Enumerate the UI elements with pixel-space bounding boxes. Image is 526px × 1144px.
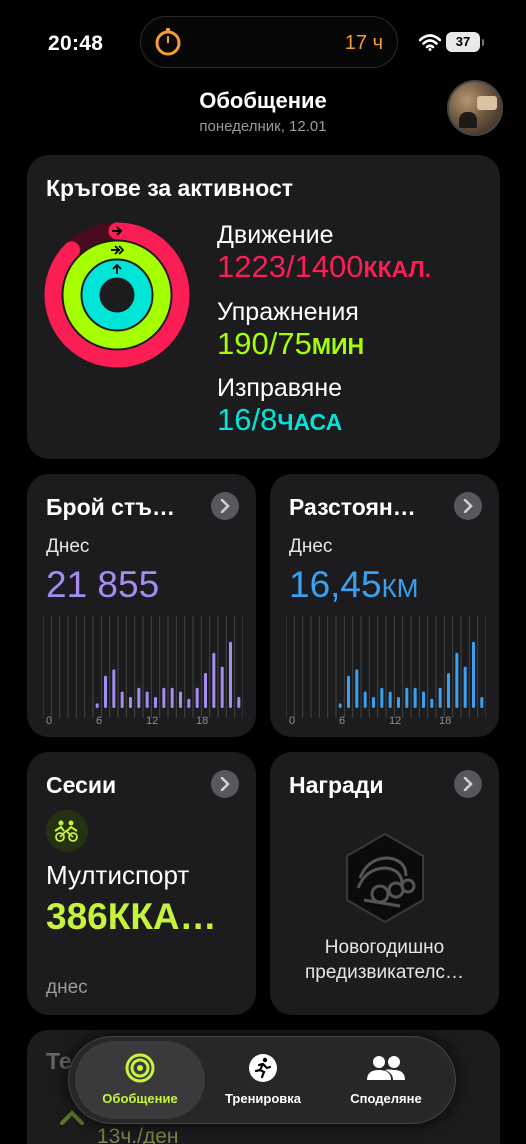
- avatar[interactable]: [447, 80, 503, 136]
- chart-bar: [195, 687, 199, 708]
- people-icon: [367, 1056, 405, 1080]
- chart-bar: [422, 691, 425, 708]
- chart-bar: [472, 641, 475, 708]
- chart-bar: [154, 696, 157, 708]
- chart-bar: [212, 652, 216, 708]
- chart-tick-label: 0: [46, 715, 52, 727]
- chart-bar: [338, 703, 342, 708]
- activity-card-title: Кръгове за активност: [46, 175, 294, 201]
- dynamic-island[interactable]: 17 ч: [140, 16, 398, 68]
- chart-bar: [455, 652, 459, 708]
- chart-bar: [347, 675, 350, 708]
- timer-text: 17 ч: [344, 32, 383, 54]
- chart-bar: [137, 687, 141, 708]
- tab-workout[interactable]: Тренировка: [198, 1041, 328, 1119]
- steps-card[interactable]: Брой стъ… Днес 21 855 0 6 12 18: [27, 474, 256, 737]
- chart-tick-label: 0: [289, 715, 295, 727]
- trends-card-value: 13ч./ден: [97, 1125, 179, 1144]
- multisport-icon: [46, 810, 88, 852]
- awards-card[interactable]: Награди Новогодишно предизвикателс…: [270, 752, 499, 1015]
- chart-bar: [447, 673, 450, 708]
- steps-chart: 0 6 12 18: [43, 616, 243, 727]
- chart-bar: [355, 669, 359, 708]
- battery-icon: 37: [446, 32, 484, 52]
- tab-summary[interactable]: Обобщение: [75, 1041, 205, 1119]
- chart-bar: [463, 666, 467, 708]
- move-value: 1223/1400ККАЛ.: [217, 249, 432, 284]
- chart-bar: [229, 641, 232, 708]
- stand-label: Изправяне: [217, 374, 343, 402]
- chart-bar: [480, 696, 484, 708]
- rings-icon: [125, 1053, 155, 1083]
- steps-sublabel: Днес: [46, 536, 90, 557]
- chart-bar: [145, 691, 149, 708]
- move-label: Движение: [217, 221, 334, 249]
- chart-bar: [220, 666, 224, 708]
- timer-icon: [155, 28, 181, 56]
- chart-bar: [413, 687, 417, 708]
- activity-rings-card[interactable]: Кръгове за активност Движение 1223/1400К…: [27, 155, 500, 459]
- chart-tick-label: 18: [439, 715, 451, 727]
- chevron-right-icon[interactable]: [211, 492, 239, 520]
- chart-bar: [187, 698, 191, 708]
- exercise-value: 190/75МИН: [217, 326, 365, 361]
- stand-value: 16/8ЧАСА: [217, 402, 343, 437]
- runner-icon: [249, 1054, 277, 1082]
- chart-bar: [104, 675, 107, 708]
- chart-tick-label: 12: [146, 715, 158, 727]
- chart-bar: [237, 696, 241, 708]
- chevron-up-icon: [60, 1110, 84, 1125]
- sessions-card[interactable]: Сесии Мултиспорт 386ККА… днес: [27, 752, 256, 1015]
- distance-chart: 0 6 12 18: [286, 616, 486, 727]
- chart-bar: [179, 691, 182, 708]
- chart-bar: [170, 687, 174, 708]
- tab-sharing-label: Споделяне: [350, 1091, 422, 1106]
- award-badge-icon: [346, 832, 424, 924]
- distance-card-title: Разстоян…: [289, 494, 416, 520]
- page-date: понеделник, 12.01: [199, 118, 327, 135]
- session-workout-name: Мултиспорт: [46, 860, 190, 890]
- wifi-icon: [419, 34, 441, 51]
- chart-bar: [129, 696, 132, 708]
- chevron-right-icon[interactable]: [211, 770, 239, 798]
- tab-bar: Обобщение Тренировка Споделяне: [68, 1036, 456, 1124]
- distance-card[interactable]: Разстоян… Днес 16,45КМ 0 6 12 18: [270, 474, 499, 737]
- awards-card-title: Награди: [289, 772, 384, 798]
- sessions-card-title: Сесии: [46, 772, 117, 798]
- session-time: днес: [46, 977, 88, 998]
- status-time: 20:48: [48, 32, 104, 55]
- chart-tick-label: 6: [96, 715, 102, 727]
- chart-tick-label: 12: [389, 715, 401, 727]
- chart-bar: [430, 698, 434, 708]
- chart-bar: [363, 691, 367, 708]
- steps-value: 21 855: [46, 564, 160, 605]
- status-bar: 20:48 17 ч 37: [0, 0, 526, 82]
- activity-rings-icon: [44, 222, 190, 368]
- chart-bar: [438, 687, 442, 708]
- distance-value: 16,45КМ: [289, 564, 419, 605]
- exercise-label: Упражнения: [217, 298, 359, 326]
- chart-bar: [405, 687, 409, 708]
- chart-bar: [204, 673, 207, 708]
- chart-bar: [372, 696, 375, 708]
- chart-tick-label: 6: [339, 715, 345, 727]
- award-name-line2: предизвикателс…: [304, 962, 464, 983]
- session-calories: 386ККА…: [46, 896, 217, 937]
- chart-bar: [397, 696, 400, 708]
- tab-sharing[interactable]: Споделяне: [321, 1041, 451, 1119]
- chart-bar: [120, 691, 124, 708]
- chevron-right-icon[interactable]: [454, 770, 482, 798]
- chart-bar: [95, 703, 99, 708]
- chart-tick-label: 18: [196, 715, 208, 727]
- steps-card-title: Брой стъ…: [46, 494, 175, 520]
- award-name-line1: Новогодишно: [324, 937, 445, 958]
- chart-bar: [388, 691, 392, 708]
- chevron-right-icon[interactable]: [454, 492, 482, 520]
- tab-workout-label: Тренировка: [224, 1091, 302, 1106]
- chart-bar: [112, 669, 116, 708]
- chart-bar: [162, 687, 166, 708]
- tab-summary-label: Обобщение: [102, 1091, 178, 1106]
- distance-sublabel: Днес: [289, 536, 333, 557]
- chart-bar: [380, 687, 384, 708]
